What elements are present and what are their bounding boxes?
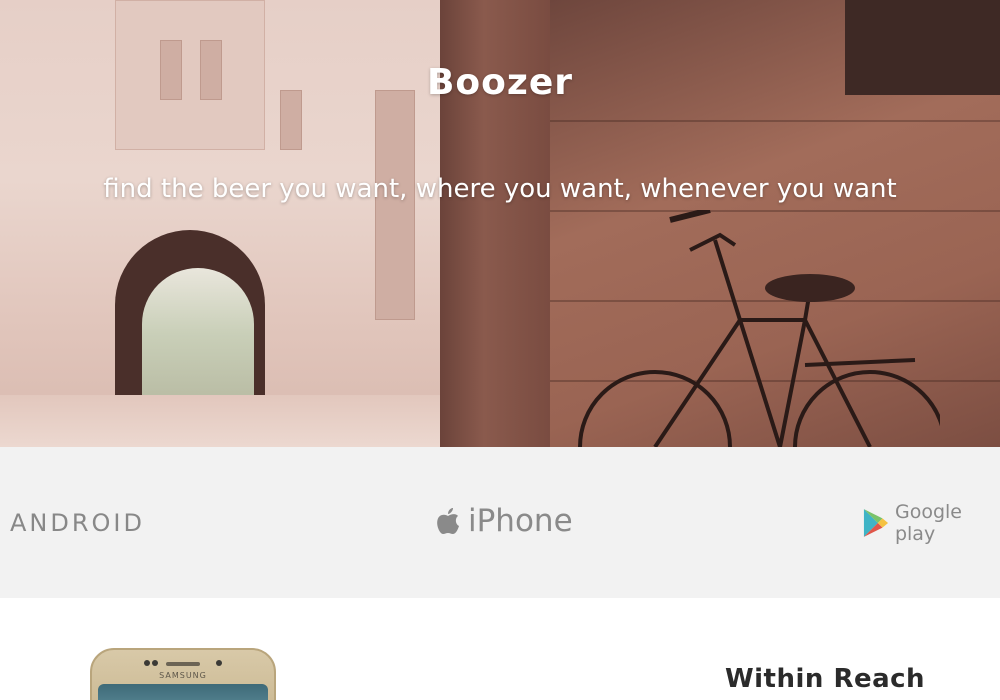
phone-speaker xyxy=(166,662,200,666)
phone-image: SAMSUNG xyxy=(90,648,276,700)
feature-section: SAMSUNG Within Reach xyxy=(0,598,1000,700)
hero-title: Boozer xyxy=(426,62,574,103)
platforms-band: ANDROID iPhone Google play xyxy=(0,447,1000,598)
android-badge[interactable]: ANDROID xyxy=(10,447,145,598)
android-label: ANDROID xyxy=(10,508,145,537)
hero-floor xyxy=(0,395,440,447)
hero-archway-opening xyxy=(142,268,254,400)
brick-line xyxy=(550,120,1000,122)
phone-screen xyxy=(98,684,268,700)
phone-camera xyxy=(216,660,222,666)
google-play-badge[interactable]: Google play xyxy=(863,447,1000,598)
hero-window xyxy=(375,90,415,320)
google-play-icon xyxy=(863,508,889,537)
bicycle-image xyxy=(578,210,940,447)
google-play-label: Google play xyxy=(894,500,962,545)
feature-title: Within Reach xyxy=(724,664,926,694)
iphone-badge[interactable]: iPhone xyxy=(436,445,573,596)
phone-sensor xyxy=(152,660,158,666)
hero-section: Boozer find the beer you want, where you… xyxy=(0,0,1000,447)
phone-sensor xyxy=(144,660,150,666)
iphone-label: iPhone xyxy=(468,502,573,539)
phone-brand: SAMSUNG xyxy=(159,671,207,680)
apple-icon xyxy=(437,507,459,534)
hero-tagline: find the beer you want, where you want, … xyxy=(103,174,897,204)
